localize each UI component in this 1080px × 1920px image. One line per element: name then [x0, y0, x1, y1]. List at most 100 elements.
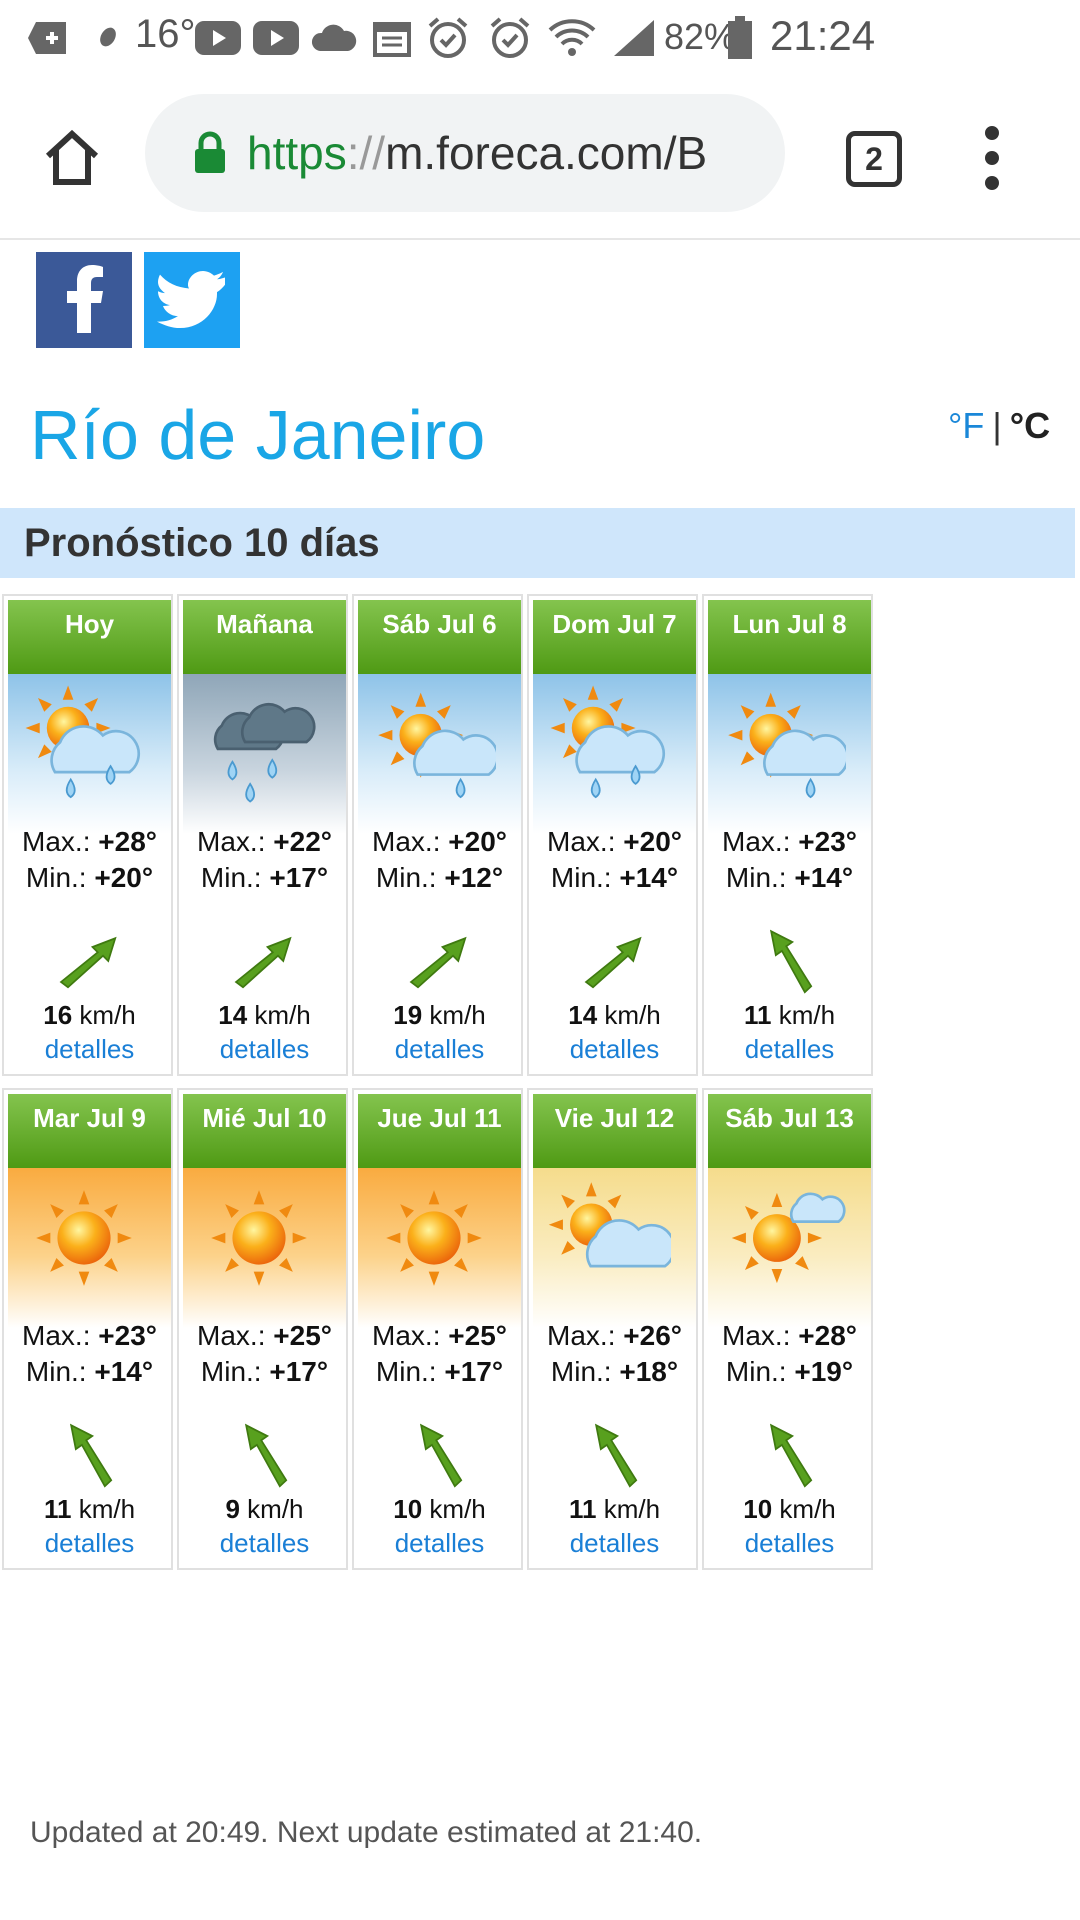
- twitter-icon: [157, 271, 225, 329]
- url-text: https://m.foreca.com/B: [247, 126, 707, 180]
- min-label: Min.:: [375, 862, 437, 893]
- wind-unit: km/h: [254, 1000, 311, 1030]
- min-value: +14°: [94, 1356, 154, 1387]
- sun-icon: [22, 1176, 146, 1300]
- min-value: +12°: [444, 862, 504, 893]
- cloud-icon: [306, 10, 362, 66]
- wind-value: 11: [43, 1494, 72, 1524]
- forecast-day-card: Mar Jul 9 Max.: +23° Min.: +14° 11 km/h …: [2, 1088, 173, 1570]
- max-value: +22°: [273, 826, 332, 857]
- details-link[interactable]: detalles: [704, 1528, 875, 1559]
- day-label: Vie Jul 12: [533, 1094, 696, 1168]
- max-value: +25°: [448, 1320, 507, 1351]
- wind-value: 11: [743, 1000, 772, 1030]
- wind-value: 10: [393, 1494, 423, 1524]
- min-value: +17°: [269, 862, 329, 893]
- day-label: Mié Jul 10: [183, 1094, 346, 1168]
- signal-icon: [606, 10, 662, 66]
- max-value: +23°: [798, 826, 857, 857]
- min-value: +20°: [94, 862, 154, 893]
- celsius-label: °C: [1009, 405, 1051, 446]
- wind-speed: 9 km/h: [179, 1494, 350, 1525]
- max-label: Max.:: [722, 826, 791, 857]
- youtube-icon-2: [248, 10, 304, 66]
- overflow-menu-button[interactable]: [975, 126, 1009, 190]
- details-link[interactable]: detalles: [4, 1034, 175, 1065]
- wind-value: 9: [225, 1494, 240, 1524]
- wind-value: 14: [568, 1000, 598, 1030]
- address-bar[interactable]: https://m.foreca.com/B: [145, 94, 785, 212]
- menu-dot-icon: [985, 151, 999, 165]
- min-label: Min.:: [375, 1356, 437, 1387]
- min-label: Min.:: [200, 862, 262, 893]
- temperatures: Max.: +25° Min.: +17°: [354, 1318, 525, 1390]
- url-host: m.foreca.com/B: [385, 127, 708, 179]
- min-label: Min.:: [550, 862, 612, 893]
- wind-unit: km/h: [429, 1000, 486, 1030]
- wind-arrow-northeast-icon: [229, 926, 299, 996]
- day-label: Mañana: [183, 600, 346, 674]
- max-value: +20°: [448, 826, 507, 857]
- min-temp: Min.: +20°: [4, 860, 175, 896]
- details-link[interactable]: detalles: [179, 1528, 350, 1559]
- lock-icon: [195, 131, 225, 173]
- alarm-check-icon-2: [482, 10, 538, 66]
- day-label: Dom Jul 7: [533, 600, 696, 674]
- wind-speed: 16 km/h: [4, 1000, 175, 1031]
- details-link[interactable]: detalles: [354, 1528, 525, 1559]
- url-scheme: https: [247, 127, 347, 179]
- max-value: +28°: [798, 1320, 857, 1351]
- social-share: [36, 252, 240, 348]
- status-temperature: 16°: [135, 12, 196, 56]
- max-value: +23°: [98, 1320, 157, 1351]
- max-label: Max.:: [372, 1320, 441, 1351]
- max-temp: Max.: +20°: [529, 824, 700, 860]
- facebook-share-button[interactable]: [36, 252, 132, 348]
- sun-cloud-light-rain-icon: [722, 682, 849, 806]
- details-link[interactable]: detalles: [529, 1034, 700, 1065]
- details-link[interactable]: detalles: [529, 1528, 700, 1559]
- temperatures: Max.: +26° Min.: +18°: [529, 1318, 700, 1390]
- menu-dot-icon: [985, 126, 999, 140]
- min-temp: Min.: +17°: [179, 1354, 350, 1390]
- wind-unit: km/h: [604, 1000, 661, 1030]
- details-link[interactable]: detalles: [179, 1034, 350, 1065]
- temperatures: Max.: +20° Min.: +14°: [529, 824, 700, 896]
- max-value: +20°: [623, 826, 682, 857]
- max-value: +26°: [623, 1320, 682, 1351]
- max-value: +28°: [98, 826, 157, 857]
- fahrenheit-link[interactable]: °F: [948, 405, 984, 446]
- details-link[interactable]: detalles: [704, 1034, 875, 1065]
- max-temp: Max.: +23°: [4, 1318, 175, 1354]
- min-temp: Min.: +17°: [179, 860, 350, 896]
- max-temp: Max.: +28°: [4, 824, 175, 860]
- home-button[interactable]: [40, 126, 104, 190]
- twitter-share-button[interactable]: [144, 252, 240, 348]
- wind-speed: 11 km/h: [4, 1494, 175, 1525]
- forecast-day-card: Dom Jul 7 Max.: +20° Min.: +14° 14 km/h …: [527, 594, 698, 1076]
- min-temp: Min.: +14°: [704, 860, 875, 896]
- menu-dot-icon: [985, 176, 999, 190]
- wind-speed: 14 km/h: [529, 1000, 700, 1031]
- max-temp: Max.: +26°: [529, 1318, 700, 1354]
- min-label: Min.:: [550, 1356, 612, 1387]
- day-label: Jue Jul 11: [358, 1094, 521, 1168]
- plus-square-icon: [20, 10, 76, 66]
- min-temp: Min.: +19°: [704, 1354, 875, 1390]
- wind-arrow-northwest-icon: [54, 1420, 124, 1490]
- min-value: +17°: [269, 1356, 329, 1387]
- facebook-icon: [67, 265, 103, 333]
- min-temp: Min.: +14°: [529, 860, 700, 896]
- day-label: Mar Jul 9: [8, 1094, 171, 1168]
- details-link[interactable]: detalles: [354, 1034, 525, 1065]
- details-link[interactable]: detalles: [4, 1528, 175, 1559]
- day-label: Sáb Jul 13: [708, 1094, 871, 1168]
- browser-toolbar: https://m.foreca.com/B 2: [0, 78, 1080, 240]
- max-label: Max.:: [22, 826, 91, 857]
- section-title: Pronóstico 10 días: [24, 520, 380, 565]
- wind-unit: km/h: [603, 1494, 661, 1524]
- status-time: 21:24: [770, 12, 876, 59]
- tab-switcher-button[interactable]: 2: [846, 131, 902, 187]
- forecast-day-card: Sáb Jul 6 Max.: +20° Min.: +12° 19 km/h …: [352, 594, 523, 1076]
- wind-speed: 10 km/h: [354, 1494, 525, 1525]
